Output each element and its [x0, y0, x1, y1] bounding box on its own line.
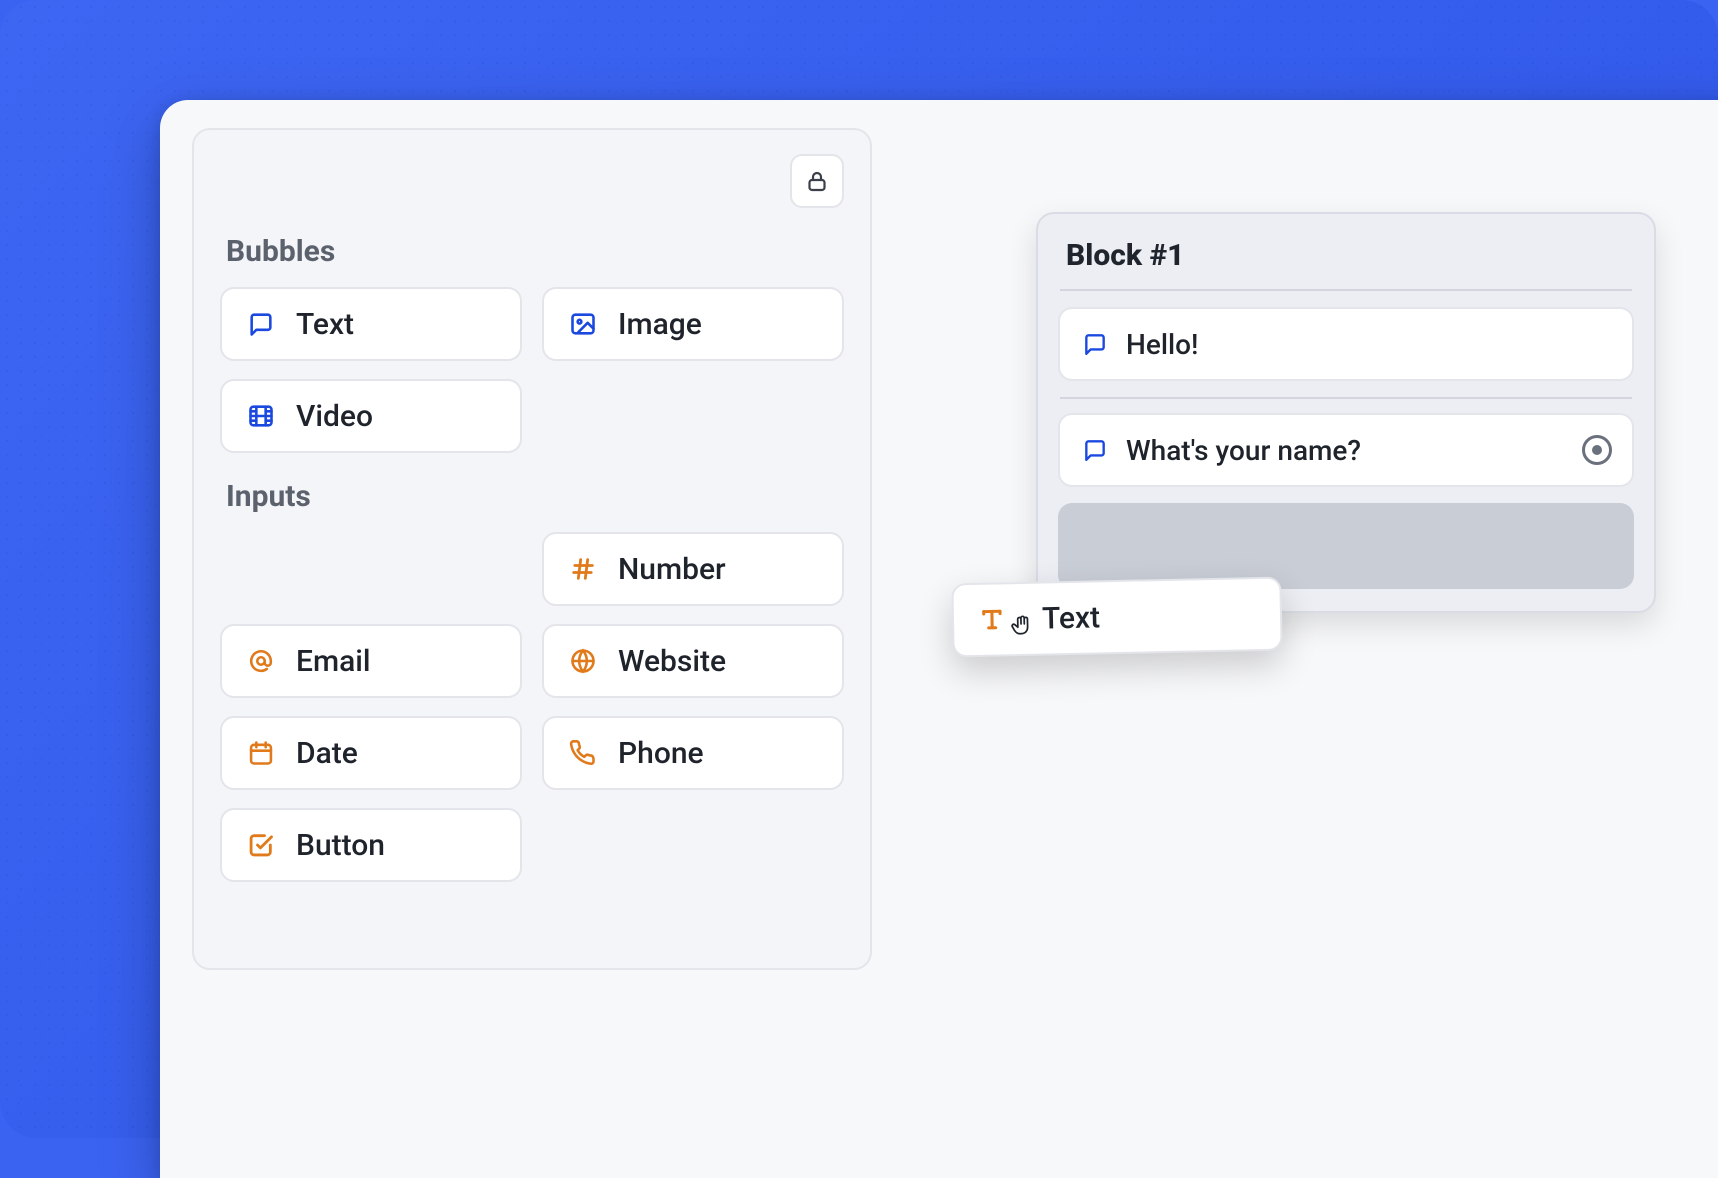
input-tile-number[interactable]: Number: [542, 532, 844, 606]
bubbles-grid: Text Image Video: [220, 287, 844, 453]
globe-icon: [568, 646, 598, 676]
tile-label: Text: [296, 307, 354, 342]
step-text: What's your name?: [1126, 434, 1361, 467]
bubble-tile-text[interactable]: Text: [220, 287, 522, 361]
tile-label: Text: [1042, 600, 1101, 636]
section-title-bubbles: Bubbles: [226, 234, 844, 269]
bubble-tile-video[interactable]: Video: [220, 379, 522, 453]
tile-label: Phone: [618, 736, 704, 771]
grab-cursor-icon: [1009, 612, 1036, 639]
tile-label: Date: [296, 736, 358, 771]
bubble-tile-image[interactable]: Image: [542, 287, 844, 361]
calendar-icon: [246, 738, 276, 768]
dragging-tile-text[interactable]: Text: [951, 577, 1282, 658]
hash-icon: [568, 554, 598, 584]
check-square-icon: [246, 830, 276, 860]
tile-label: Button: [296, 828, 385, 863]
input-tile-phone[interactable]: Phone: [542, 716, 844, 790]
editor-canvas[interactable]: Bubbles Text Image: [160, 100, 1718, 1178]
input-tile-website[interactable]: Website: [542, 624, 844, 698]
phone-icon: [568, 738, 598, 768]
at-icon: [246, 646, 276, 676]
output-connector[interactable]: [1582, 435, 1612, 465]
block-step[interactable]: Hello!: [1058, 307, 1634, 381]
divider: [1060, 397, 1632, 399]
message-icon: [246, 309, 276, 339]
panel-header: [220, 154, 844, 208]
tile-label: Email: [296, 644, 371, 679]
block-library-panel: Bubbles Text Image: [192, 128, 872, 970]
block-title[interactable]: Block #1: [1058, 232, 1634, 289]
divider: [1060, 289, 1632, 291]
tile-label: Image: [618, 307, 702, 342]
input-tile-date[interactable]: Date: [220, 716, 522, 790]
drop-target[interactable]: [1058, 503, 1634, 589]
tile-label: Number: [618, 552, 726, 587]
image-icon: [568, 309, 598, 339]
lock-icon: [805, 169, 829, 193]
step-text: Hello!: [1126, 328, 1198, 361]
film-icon: [246, 401, 276, 431]
type-icon: [978, 605, 1007, 634]
input-tile-email[interactable]: Email: [220, 624, 522, 698]
input-tile-button[interactable]: Button: [220, 808, 522, 882]
section-title-inputs: Inputs: [226, 479, 844, 514]
message-icon: [1082, 437, 1108, 463]
block-step[interactable]: What's your name?: [1058, 413, 1634, 487]
tile-label: Video: [296, 399, 373, 434]
message-icon: [1082, 331, 1108, 357]
lock-button[interactable]: [790, 154, 844, 208]
flow-block[interactable]: Block #1 Hello! What's your name?: [1036, 212, 1656, 613]
tile-label: Website: [618, 644, 726, 679]
inputs-grid: Number Email Website: [220, 532, 844, 882]
